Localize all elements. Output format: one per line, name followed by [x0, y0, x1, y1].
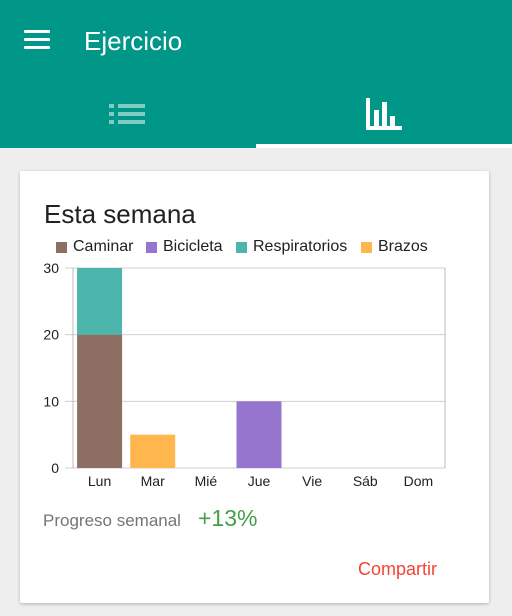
x-tick-label: Sáb	[353, 473, 378, 489]
y-tick-label: 20	[43, 327, 59, 343]
menu-icon	[24, 30, 50, 33]
tab-indicator	[256, 144, 512, 148]
app-bar: Ejercicio	[0, 0, 512, 148]
bar-chart: 0 10 20 30 Lun Mar Mié Jue Vie Sáb Dom	[43, 260, 446, 489]
weekly-card: Esta semana Caminar Bicicleta Respirator…	[20, 171, 489, 603]
bar-respiratorios-lun	[77, 268, 123, 335]
bar-chart-icon	[366, 98, 402, 130]
x-tick-label: Vie	[302, 473, 322, 489]
y-tick-label: 30	[43, 260, 59, 276]
tab-chart[interactable]	[256, 84, 512, 148]
list-icon	[109, 104, 145, 124]
tab-bar	[0, 84, 512, 148]
x-tick-label: Jue	[248, 473, 271, 489]
x-tick-label: Mié	[195, 473, 218, 489]
progress-value: +13%	[198, 505, 258, 531]
x-tick-label: Lun	[88, 473, 111, 489]
tab-list[interactable]	[0, 84, 256, 148]
app-title: Ejercicio	[84, 26, 183, 56]
y-tick-label: 10	[43, 393, 59, 409]
menu-button[interactable]	[22, 28, 52, 50]
x-tick-label: Dom	[404, 473, 434, 489]
bar-caminar-lun	[77, 334, 123, 468]
menu-icon-line	[24, 46, 50, 49]
bar-brazos-mar	[130, 434, 176, 468]
menu-icon-line	[24, 38, 50, 41]
bar-bicicleta-jue	[236, 401, 282, 468]
y-tick-label: 0	[51, 460, 59, 476]
progress-label: Progreso semanal	[43, 511, 181, 530]
x-tick-label: Mar	[141, 473, 165, 489]
share-button[interactable]: Compartir	[352, 557, 443, 582]
